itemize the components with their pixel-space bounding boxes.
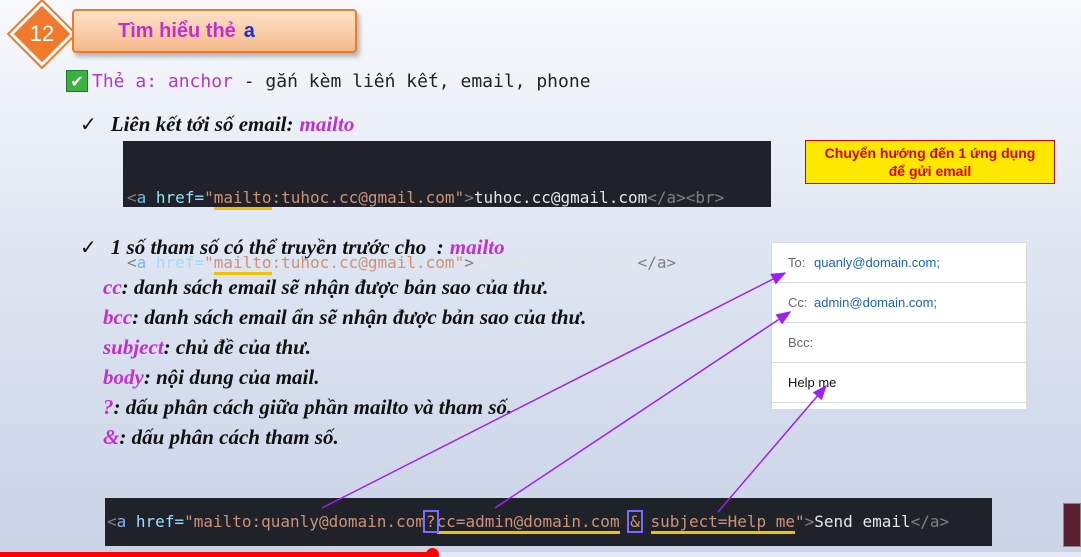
email-compose-panel: To: quanly@domain.com; Cc: admin@domain.… — [771, 242, 1028, 410]
note-line-1: Chuyển hướng đến 1 ứng dụng — [824, 145, 1036, 161]
code-token: a — [116, 512, 127, 531]
list-item: ?: dấu phân cách giữa phần mailto và tha… — [103, 392, 586, 422]
list-item: &: dấu phân cách tham số. — [103, 422, 586, 452]
section-heading-highlight: mailto — [299, 111, 355, 136]
video-progress-knob[interactable] — [426, 548, 440, 557]
code-token-mailto: mailto — [213, 188, 272, 210]
param-desc: : danh sách email sẽ nhận được bản sao c… — [121, 275, 549, 299]
lesson-number-badge: 12 — [12, 4, 72, 64]
lesson-title-tag: a — [243, 19, 255, 42]
code-token: < — [107, 512, 117, 531]
bcc-label: Bcc: — [788, 335, 814, 350]
list-item: subject: chủ đề của thư. — [103, 332, 586, 362]
param-key: subject — [103, 335, 164, 359]
code-token: </a><br> — [647, 188, 725, 207]
param-desc: : dấu phân cách giữa phần mailto và tham… — [113, 395, 513, 419]
section-heading-email-link: ✓ Liên kết tới số email: mailto — [80, 110, 354, 138]
list-item: cc: danh sách email sẽ nhận được bản sao… — [103, 272, 586, 302]
intro-description: - gắn kèm liến kết, email, phone — [232, 70, 591, 92]
list-item: body: nội dung của mail. — [103, 362, 586, 392]
intro-anchor: a: anchor — [135, 70, 233, 92]
code-token: :tuhoc.cc@gmail.com — [271, 188, 455, 207]
cc-value: admin@domain.com; — [814, 295, 938, 310]
code-token: > — [804, 512, 815, 531]
to-value: quanly@domain.com; — [814, 255, 940, 270]
param-key: bcc — [103, 305, 133, 329]
param-key: & — [103, 425, 120, 449]
code-block-mailto: <a href="mailto:tuhoc.cc@gmail.com">tuho… — [123, 141, 771, 275]
code-token: Send email — [814, 512, 911, 531]
video-thumbnail[interactable] — [1063, 503, 1081, 547]
note-line-2: để gửi email — [888, 163, 972, 179]
code-token: </a> — [637, 253, 677, 272]
code-token: > — [464, 188, 474, 207]
code-token: " — [454, 188, 465, 207]
bcc-field[interactable]: Bcc: — [772, 323, 1028, 363]
code-token-subject: subject=Help me — [650, 512, 795, 534]
section-heading-text: 1 số tham số có thể truyền trước cho : — [110, 234, 444, 259]
subject-value: Help me — [788, 375, 837, 390]
section-heading-text: Liên kết tới số email: — [110, 111, 294, 136]
code-token: href= — [146, 188, 205, 207]
intro-line: ✔ Thẻ a: anchor - gắn kèm liến kết, emai… — [66, 68, 591, 94]
video-progress-fill — [0, 552, 433, 557]
param-key: body — [103, 365, 144, 389]
param-desc: : nội dung của mail. — [143, 365, 320, 389]
section-heading-params: ✓ 1 số tham số có thể truyền trước cho :… — [80, 233, 505, 261]
check-tick-icon: ✓ — [80, 112, 97, 136]
param-desc: : dấu phân cách tham số. — [119, 425, 339, 449]
code-token: " — [795, 512, 805, 531]
cc-label: Cc: — [788, 295, 808, 310]
code-token: a — [136, 188, 147, 207]
code-token: " — [204, 188, 214, 207]
code-token: < — [127, 188, 137, 207]
code-token: "mailto:quanly@domain.com — [184, 512, 425, 531]
lesson-title: Tìm hiểu thẻ a — [72, 9, 357, 53]
section-heading-highlight: mailto — [449, 234, 505, 259]
param-desc: : danh sách email ẩn sẽ nhận được bản sa… — [132, 305, 587, 329]
code-token: href= — [126, 512, 185, 531]
note-box: Chuyển hướng đến 1 ứng dụng để gửi email — [805, 140, 1055, 184]
code-token-cc: cc=admin@domain.com — [436, 512, 620, 534]
check-tick-icon: ✓ — [80, 235, 97, 259]
checkmark-icon: ✔ — [66, 70, 88, 92]
subject-field[interactable]: Help me — [772, 363, 1028, 403]
param-key: ? — [103, 395, 114, 419]
to-field[interactable]: To: quanly@domain.com; — [772, 243, 1028, 283]
code-token: tuhoc.cc@gmail.com — [473, 188, 648, 207]
param-desc: : chủ đề của thư. — [163, 335, 312, 359]
ampersand-separator: & — [627, 510, 643, 533]
params-list: cc: danh sách email sẽ nhận được bản sao… — [103, 272, 586, 452]
to-label: To: — [788, 255, 806, 270]
cc-field[interactable]: Cc: admin@domain.com; — [772, 283, 1028, 323]
lesson-number: 12 — [29, 21, 55, 46]
list-item: bcc: danh sách email ẩn sẽ nhận được bản… — [103, 302, 586, 332]
param-key: cc — [103, 275, 122, 299]
code-line: <a href="mailto:quanly@domain.com?cc=adm… — [107, 509, 949, 535]
code-token: </a> — [910, 512, 950, 531]
lesson-title-text: Tìm hiểu thẻ — [118, 19, 236, 42]
code-line-1: <a href="mailto:tuhoc.cc@gmail.com">tuho… — [127, 184, 771, 211]
code-block-mailto-params: <a href="mailto:quanly@domain.com?cc=adm… — [105, 498, 992, 546]
question-mark-separator: ? — [422, 510, 439, 533]
intro-tag-word: Thẻ — [92, 70, 136, 92]
